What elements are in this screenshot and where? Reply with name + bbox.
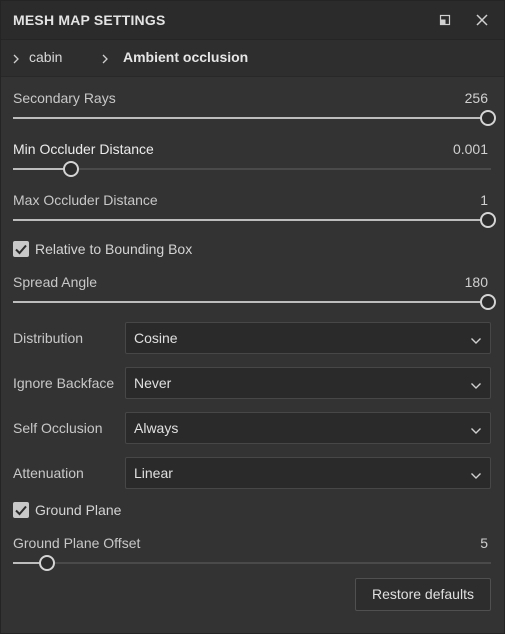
- min-occluder-distance-value[interactable]: 0.001: [453, 141, 488, 157]
- ground-plane-checkbox[interactable]: Ground Plane: [13, 501, 153, 521]
- slider-fill: [13, 219, 491, 221]
- ground-plane-offset-value[interactable]: 5: [480, 535, 488, 551]
- secondary-rays-slider-group: Secondary Rays 256: [13, 90, 496, 130]
- ignore-backface-label: Ignore Backface: [13, 375, 115, 391]
- min-occluder-distance-slider-group: Min Occluder Distance 0.001: [13, 141, 492, 181]
- spread-angle-label: Spread Angle: [13, 274, 98, 290]
- chevron-down-icon: [470, 468, 482, 479]
- breadcrumb-item-cabin[interactable]: cabin: [29, 49, 62, 65]
- max-occluder-distance-value[interactable]: 1: [480, 192, 488, 208]
- slider-thumb[interactable]: [63, 161, 79, 177]
- secondary-rays-value[interactable]: 256: [465, 90, 488, 106]
- max-occluder-distance-slider[interactable]: [13, 212, 496, 228]
- chevron-right-icon: [100, 52, 110, 64]
- detach-icon[interactable]: [435, 10, 455, 30]
- ground-plane-offset-slider-group: Ground Plane Offset 5: [13, 535, 492, 575]
- distribution-row: Distribution Cosine: [13, 322, 492, 354]
- self-occlusion-value: Always: [134, 420, 179, 436]
- attenuation-select[interactable]: Linear: [125, 457, 491, 489]
- spread-angle-slider[interactable]: [13, 294, 496, 310]
- mesh-map-settings-panel: MESH MAP SETTINGS cabin Ambient occlusio…: [0, 0, 505, 634]
- chevron-down-icon: [470, 423, 482, 434]
- breadcrumb: cabin Ambient occlusion: [1, 40, 504, 77]
- checkmark-icon[interactable]: [13, 241, 29, 257]
- panel-titlebar: MESH MAP SETTINGS: [1, 1, 504, 40]
- distribution-select[interactable]: Cosine: [125, 322, 491, 354]
- secondary-rays-slider[interactable]: [13, 110, 496, 126]
- close-icon[interactable]: [472, 10, 492, 30]
- panel-title: MESH MAP SETTINGS: [13, 12, 166, 28]
- self-occlusion-row: Self Occlusion Always: [13, 412, 492, 444]
- slider-thumb[interactable]: [480, 294, 496, 310]
- self-occlusion-label: Self Occlusion: [13, 420, 103, 436]
- slider-thumb[interactable]: [480, 110, 496, 126]
- distribution-label: Distribution: [13, 330, 84, 346]
- slider-thumb[interactable]: [480, 212, 496, 228]
- ignore-backface-select[interactable]: Never: [125, 367, 491, 399]
- secondary-rays-label: Secondary Rays: [13, 90, 116, 106]
- chevron-down-icon: [470, 333, 482, 344]
- chevron-down-icon: [470, 378, 482, 389]
- slider-fill: [13, 117, 491, 119]
- max-occluder-distance-slider-group: Max Occluder Distance 1: [13, 192, 496, 232]
- chevron-right-icon: [11, 52, 21, 64]
- distribution-value: Cosine: [134, 330, 178, 346]
- relative-to-bounding-box-label: Relative to Bounding Box: [35, 241, 193, 257]
- ignore-backface-row: Ignore Backface Never: [13, 367, 492, 399]
- ground-plane-label: Ground Plane: [35, 502, 122, 518]
- self-occlusion-select[interactable]: Always: [125, 412, 491, 444]
- spread-angle-value[interactable]: 180: [465, 274, 488, 290]
- min-occluder-distance-label: Min Occluder Distance: [13, 141, 154, 157]
- slider-fill: [13, 301, 491, 303]
- restore-defaults-button[interactable]: Restore defaults: [355, 578, 491, 611]
- slider-fill: [13, 168, 70, 170]
- spread-angle-slider-group: Spread Angle 180: [13, 274, 496, 314]
- relative-to-bounding-box-checkbox[interactable]: Relative to Bounding Box: [13, 240, 213, 260]
- attenuation-row: Attenuation Linear: [13, 457, 492, 489]
- checkmark-icon[interactable]: [13, 502, 29, 518]
- min-occluder-distance-slider[interactable]: [13, 161, 491, 177]
- slider-thumb[interactable]: [39, 555, 55, 571]
- attenuation-label: Attenuation: [13, 465, 84, 481]
- ground-plane-offset-slider[interactable]: [13, 555, 491, 571]
- ignore-backface-value: Never: [134, 375, 172, 391]
- attenuation-value: Linear: [134, 465, 173, 481]
- max-occluder-distance-label: Max Occluder Distance: [13, 192, 158, 208]
- breadcrumb-item-ambient-occlusion[interactable]: Ambient occlusion: [123, 49, 248, 65]
- ground-plane-offset-label: Ground Plane Offset: [13, 535, 141, 551]
